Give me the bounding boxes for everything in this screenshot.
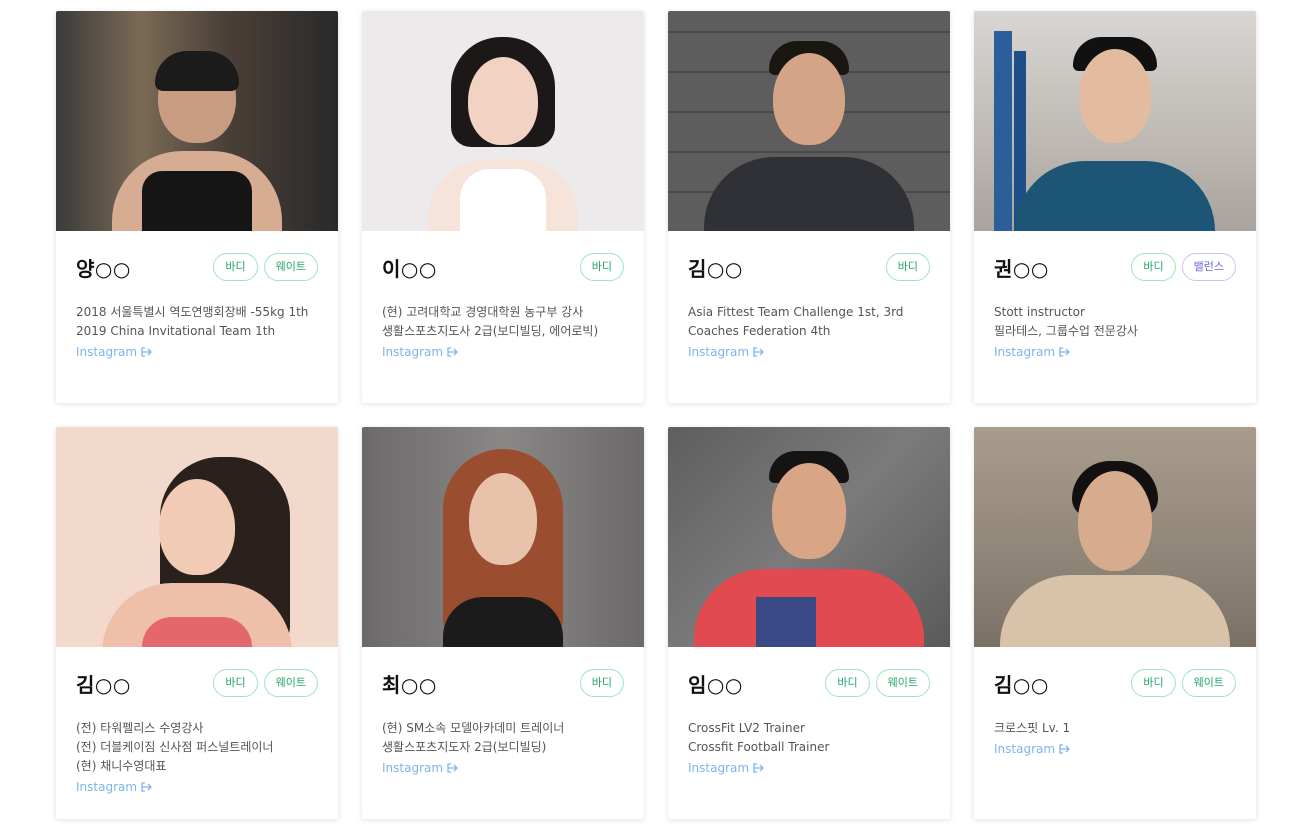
desc-line: 2019 China Invitational Team 1th <box>76 324 276 338</box>
tag-weight[interactable]: 웨이트 <box>875 669 930 697</box>
trainer-description: 2018 서울특별시 역도연맹회장배 -55kg 1th 2019 China … <box>76 303 318 341</box>
trainer-description: CrossFit LV2 Trainer Crossfit Football T… <box>688 719 930 757</box>
trainer-card[interactable]: 양○○ 바디 웨이트 2018 서울특별시 역도연맹회장배 -55kg 1th … <box>56 11 338 403</box>
tag-body[interactable]: 바디 <box>213 253 258 281</box>
instagram-label: Instagram <box>382 761 444 775</box>
tag-body[interactable]: 바디 <box>1131 253 1176 281</box>
trainer-photo <box>974 11 1256 231</box>
external-link-icon <box>1059 347 1070 357</box>
trainer-photo <box>668 427 950 647</box>
trainer-name: 최○○ <box>382 672 437 697</box>
tag-weight[interactable]: 웨이트 <box>263 253 318 281</box>
desc-line: CrossFit LV2 Trainer <box>688 721 805 735</box>
desc-line: (현) 고려대학교 경영대학원 농구부 강사 <box>382 305 584 319</box>
tag-body[interactable]: 바디 <box>579 669 624 697</box>
instagram-label: Instagram <box>688 345 750 359</box>
desc-line: 필라테스, 그룹수업 전문강사 <box>994 324 1138 338</box>
trainer-card[interactable]: 임○○ 바디 웨이트 CrossFit LV2 Trainer Crossfit… <box>668 427 950 819</box>
trainer-card[interactable]: 최○○ 바디 (현) SM소속 모델아카데미 트레이너 생활스포츠지도자 2급(… <box>362 427 644 819</box>
tag-weight[interactable]: 웨이트 <box>263 669 318 697</box>
instagram-label: Instagram <box>688 761 750 775</box>
instagram-link[interactable]: Instagram <box>76 345 155 359</box>
tag-body[interactable]: 바디 <box>885 253 930 281</box>
external-link-icon <box>753 347 764 357</box>
desc-line: (전) 타워펠리스 수영강사 <box>76 721 204 735</box>
tag-body[interactable]: 바디 <box>579 253 624 281</box>
desc-line: (현) 채니수영대표 <box>76 759 167 773</box>
trainer-description: (현) 고려대학교 경영대학원 농구부 강사 생활스포츠지도사 2급(보디빌딩,… <box>382 303 624 341</box>
external-link-icon <box>1059 744 1070 754</box>
trainer-photo <box>668 11 950 231</box>
trainer-name: 양○○ <box>76 256 131 281</box>
instagram-link[interactable]: Instagram <box>688 345 767 359</box>
trainer-card[interactable]: 이○○ 바디 (현) 고려대학교 경영대학원 농구부 강사 생활스포츠지도사 2… <box>362 11 644 403</box>
trainer-card[interactable]: 김○○ 바디 Asia Fittest Team Challenge 1st, … <box>668 11 950 403</box>
external-link-icon <box>141 347 152 357</box>
desc-line: (전) 더블케이짐 신사점 퍼스널트레이너 <box>76 740 274 754</box>
desc-line: Coaches Federation 4th <box>688 324 831 338</box>
instagram-link[interactable]: Instagram <box>688 761 767 775</box>
trainer-name: 김○○ <box>994 672 1049 697</box>
external-link-icon <box>447 347 458 357</box>
desc-line: 생활스포츠지도자 2급(보디빌딩) <box>382 740 547 754</box>
tag-body[interactable]: 바디 <box>1131 669 1176 697</box>
tag-balance[interactable]: 밸런스 <box>1181 253 1236 281</box>
desc-line: Asia Fittest Team Challenge 1st, 3rd <box>688 305 904 319</box>
trainer-description: Asia Fittest Team Challenge 1st, 3rd Coa… <box>688 303 930 341</box>
instagram-link[interactable]: Instagram <box>994 742 1073 756</box>
instagram-label: Instagram <box>76 780 138 794</box>
instagram-link[interactable]: Instagram <box>76 780 155 794</box>
trainer-card[interactable]: 김○○ 바디 웨이트 크로스핏 Lv. 1 Instagram <box>974 427 1256 819</box>
instagram-link[interactable]: Instagram <box>382 761 461 775</box>
trainer-name: 김○○ <box>76 672 131 697</box>
trainer-card[interactable]: 김○○ 바디 웨이트 (전) 타워펠리스 수영강사 (전) 더블케이짐 신사점 … <box>56 427 338 819</box>
instagram-label: Instagram <box>994 345 1056 359</box>
tag-body[interactable]: 바디 <box>825 669 870 697</box>
trainer-description: (현) SM소속 모델아카데미 트레이너 생활스포츠지도자 2급(보디빌딩) <box>382 719 624 757</box>
instagram-label: Instagram <box>76 345 138 359</box>
trainer-card[interactable]: 권○○ 바디 밸런스 Stott instructor 필라테스, 그룹수업 전… <box>974 11 1256 403</box>
desc-line: 2018 서울특별시 역도연맹회장배 -55kg 1th <box>76 305 309 319</box>
instagram-link[interactable]: Instagram <box>994 345 1073 359</box>
trainer-description: (전) 타워펠리스 수영강사 (전) 더블케이짐 신사점 퍼스널트레이너 (현)… <box>76 719 318 776</box>
trainer-name: 권○○ <box>994 256 1049 281</box>
external-link-icon <box>447 763 458 773</box>
instagram-label: Instagram <box>382 345 444 359</box>
trainer-name: 임○○ <box>688 672 743 697</box>
trainer-grid: 양○○ 바디 웨이트 2018 서울특별시 역도연맹회장배 -55kg 1th … <box>56 11 1256 819</box>
trainer-photo <box>362 427 644 647</box>
desc-line: Crossfit Football Trainer <box>688 740 830 754</box>
trainer-description: 크로스핏 Lv. 1 <box>994 719 1236 738</box>
tag-weight[interactable]: 웨이트 <box>1181 669 1236 697</box>
trainer-photo <box>56 427 338 647</box>
instagram-link[interactable]: Instagram <box>382 345 461 359</box>
desc-line: 생활스포츠지도사 2급(보디빌딩, 에어로빅) <box>382 324 599 338</box>
trainer-name: 이○○ <box>382 256 437 281</box>
trainer-photo <box>362 11 644 231</box>
trainer-description: Stott instructor 필라테스, 그룹수업 전문강사 <box>994 303 1236 341</box>
tag-body[interactable]: 바디 <box>213 669 258 697</box>
external-link-icon <box>753 763 764 773</box>
trainer-photo <box>56 11 338 231</box>
desc-line: 크로스핏 Lv. 1 <box>994 721 1071 735</box>
external-link-icon <box>141 782 152 792</box>
desc-line: Stott instructor <box>994 305 1085 319</box>
instagram-label: Instagram <box>994 742 1056 756</box>
trainer-name: 김○○ <box>688 256 743 281</box>
desc-line: (현) SM소속 모델아카데미 트레이너 <box>382 721 565 735</box>
trainer-photo <box>974 427 1256 647</box>
